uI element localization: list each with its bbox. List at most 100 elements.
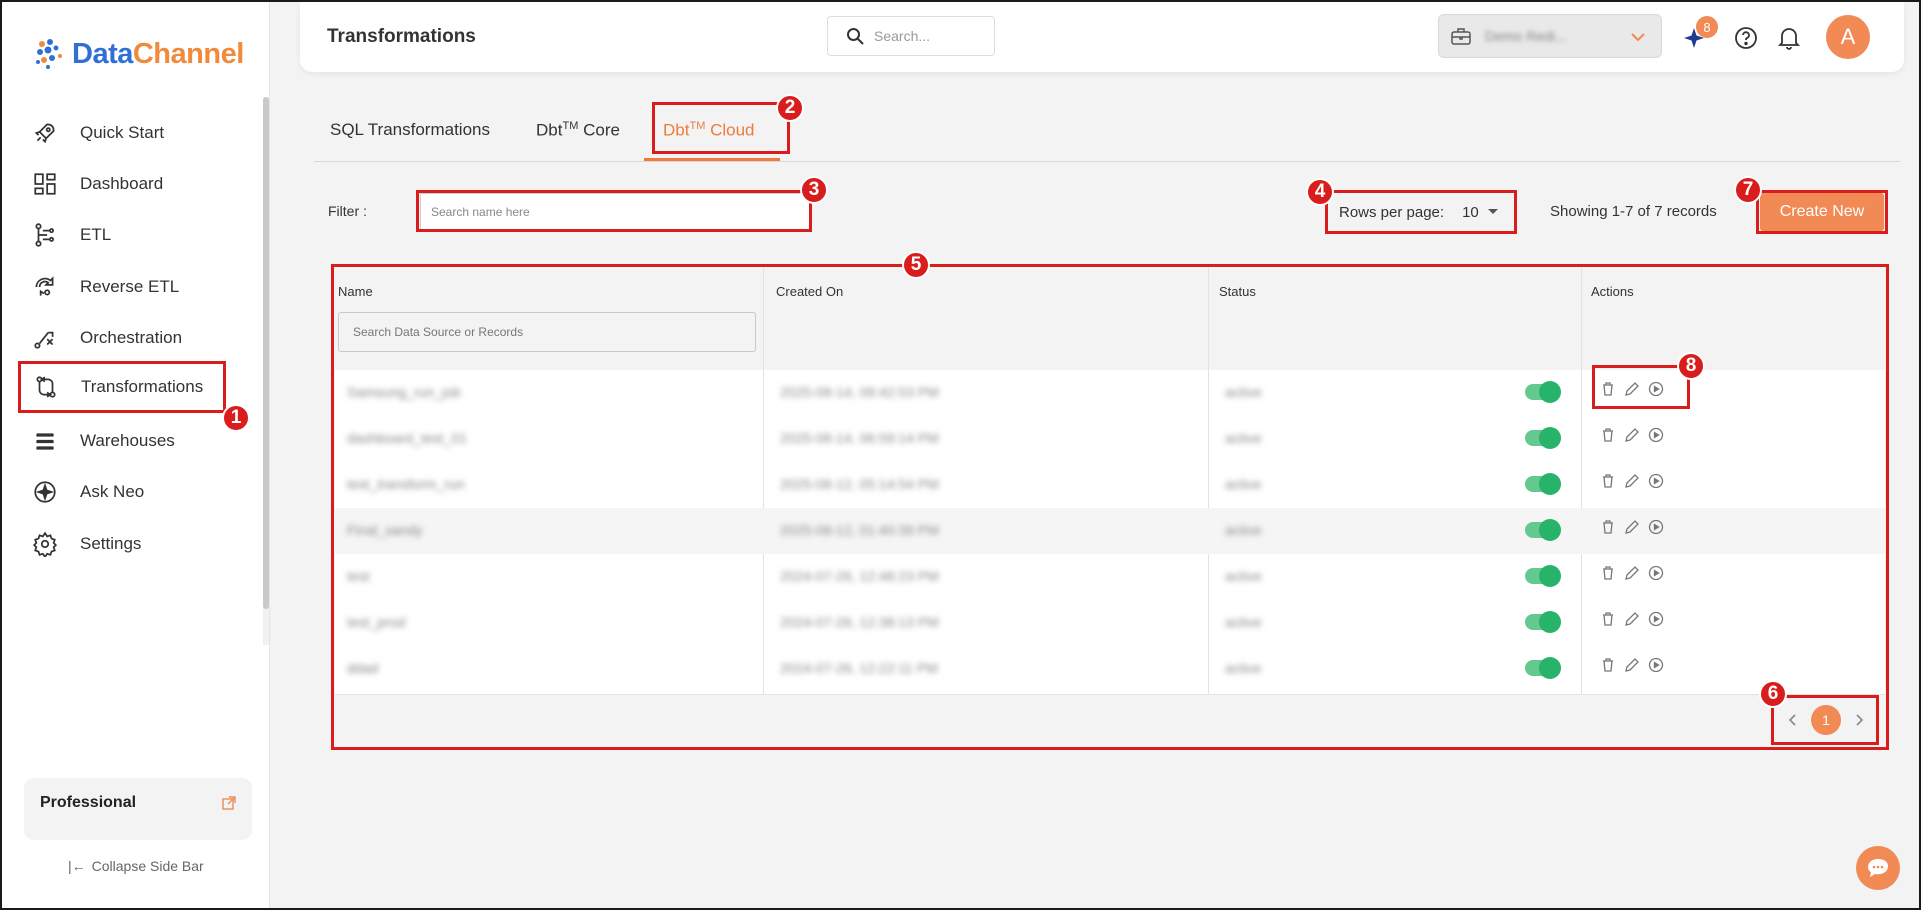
rows-per-page-select[interactable]: 10 bbox=[1462, 204, 1499, 221]
sidebar-item-transformations[interactable]: Transformations bbox=[18, 361, 226, 413]
table-row[interactable]: Samsung_run_job 2025-08-14, 09:42:53 PM … bbox=[335, 370, 1885, 416]
delete-icon[interactable] bbox=[1600, 427, 1616, 443]
sidebar-scrollbar[interactable] bbox=[263, 97, 269, 609]
row-name[interactable]: Final_sandy bbox=[347, 522, 423, 538]
filter-label: Filter : bbox=[328, 203, 367, 219]
row-name[interactable]: test_transform_run bbox=[347, 476, 465, 492]
create-new-button[interactable]: Create New bbox=[1760, 193, 1884, 231]
edit-icon[interactable] bbox=[1624, 473, 1640, 489]
run-icon[interactable] bbox=[1648, 427, 1664, 443]
filter-search-input[interactable] bbox=[420, 193, 810, 231]
sidebar-item-reverse-etl[interactable]: Reverse ETL bbox=[20, 261, 228, 313]
dashboard-icon bbox=[34, 173, 56, 195]
tab-dbt-cloud[interactable]: DbtTM Cloud bbox=[663, 120, 755, 141]
page-number-button[interactable]: 1 bbox=[1811, 705, 1841, 735]
edit-icon[interactable] bbox=[1624, 519, 1640, 535]
status-toggle[interactable] bbox=[1525, 427, 1561, 449]
status-toggle[interactable] bbox=[1525, 519, 1561, 541]
row-actions bbox=[1600, 473, 1664, 489]
sidebar-item-etl[interactable]: ETL bbox=[20, 209, 228, 261]
status-toggle[interactable] bbox=[1525, 611, 1561, 633]
table-row[interactable]: test 2024-07-26, 12:48:23 PM active bbox=[335, 554, 1885, 600]
notification-count-badge: 8 bbox=[1696, 16, 1718, 38]
row-actions bbox=[1600, 519, 1664, 535]
edit-icon[interactable] bbox=[1624, 657, 1640, 673]
workspace-name: Demo Redi... bbox=[1485, 28, 1567, 44]
sidebar-item-orchestration[interactable]: Orchestration bbox=[20, 312, 228, 364]
row-created-on: 2024-07-26, 12:38:13 PM bbox=[780, 614, 939, 630]
run-icon[interactable] bbox=[1648, 473, 1664, 489]
user-avatar[interactable]: A bbox=[1826, 15, 1870, 59]
status-toggle[interactable] bbox=[1525, 473, 1561, 495]
active-tab-indicator bbox=[644, 158, 780, 161]
delete-icon[interactable] bbox=[1600, 611, 1616, 627]
sidebar-item-quick-start[interactable]: Quick Start bbox=[20, 107, 228, 159]
status-toggle[interactable] bbox=[1525, 565, 1561, 587]
sidebar-item-settings[interactable]: Settings bbox=[20, 518, 228, 570]
table-row[interactable]: test_prod 2024-07-26, 12:38:13 PM active bbox=[335, 600, 1885, 646]
collapse-sidebar-button[interactable]: |← Collapse Side Bar bbox=[68, 858, 204, 874]
row-created-on: 2024-07-26, 12:48:23 PM bbox=[780, 568, 939, 584]
row-name[interactable]: test bbox=[347, 568, 370, 584]
logo-mark-icon bbox=[32, 36, 68, 72]
chevron-right-icon[interactable] bbox=[1855, 713, 1865, 727]
brand-logo[interactable]: DataChannel bbox=[32, 36, 244, 72]
workspace-selector[interactable]: Demo Redi... bbox=[1438, 14, 1662, 58]
delete-icon[interactable] bbox=[1600, 519, 1616, 535]
run-icon[interactable] bbox=[1648, 611, 1664, 627]
table-row[interactable]: Final_sandy 2025-08-12, 01:40:39 PM acti… bbox=[335, 508, 1885, 554]
delete-icon[interactable] bbox=[1600, 381, 1616, 397]
sidebar-item-warehouses[interactable]: Warehouses bbox=[20, 415, 228, 467]
table-row[interactable]: dashboard_test_01 2025-08-14, 06:59:14 P… bbox=[335, 416, 1885, 462]
collapse-label: Collapse Side Bar bbox=[91, 858, 204, 874]
sidebar-item-label: Reverse ETL bbox=[80, 277, 180, 296]
annotation-badge: 3 bbox=[800, 176, 828, 204]
ask-neo-icon bbox=[34, 481, 56, 503]
external-link-icon[interactable] bbox=[222, 796, 236, 810]
tab-dbt-core[interactable]: DbtTM Core bbox=[536, 120, 620, 141]
name-column-search-input[interactable] bbox=[338, 312, 756, 352]
edit-icon[interactable] bbox=[1624, 427, 1640, 443]
sidebar-item-dashboard[interactable]: Dashboard bbox=[20, 158, 228, 210]
run-icon[interactable] bbox=[1648, 657, 1664, 673]
global-search[interactable]: Search... bbox=[827, 16, 995, 56]
row-actions bbox=[1600, 427, 1664, 443]
sidebar-item-label: Ask Neo bbox=[80, 482, 145, 501]
bell-icon[interactable] bbox=[1778, 26, 1800, 50]
help-icon[interactable] bbox=[1734, 26, 1758, 50]
row-status: active bbox=[1225, 614, 1262, 630]
row-actions bbox=[1600, 611, 1664, 627]
run-icon[interactable] bbox=[1648, 519, 1664, 535]
chat-support-button[interactable] bbox=[1856, 846, 1900, 890]
edit-icon[interactable] bbox=[1624, 611, 1640, 627]
chevron-left-icon[interactable] bbox=[1787, 713, 1797, 727]
run-icon[interactable] bbox=[1648, 565, 1664, 581]
status-toggle[interactable] bbox=[1525, 657, 1561, 679]
brand-name: DataChannel bbox=[72, 37, 244, 70]
delete-icon[interactable] bbox=[1600, 565, 1616, 581]
run-icon[interactable] bbox=[1648, 381, 1664, 397]
collapse-icon: |← bbox=[68, 858, 86, 874]
status-toggle[interactable] bbox=[1525, 381, 1561, 403]
annotation-badge: 7 bbox=[1734, 176, 1762, 204]
sidebar-item-label: Warehouses bbox=[80, 431, 175, 450]
edit-icon[interactable] bbox=[1624, 381, 1640, 397]
row-name[interactable]: dashboard_test_01 bbox=[347, 430, 467, 446]
table-row[interactable]: ddad 2024-07-26, 12:22:11 PM active bbox=[335, 646, 1885, 692]
reverse-etl-icon bbox=[35, 276, 54, 296]
table-row[interactable]: test_transform_run 2025-08-12, 05:14:54 … bbox=[335, 462, 1885, 508]
row-status: active bbox=[1225, 430, 1262, 446]
gear-icon bbox=[32, 531, 58, 557]
sidebar-item-ask-neo[interactable]: Ask Neo bbox=[20, 466, 228, 518]
tab-sql-transformations[interactable]: SQL Transformations bbox=[330, 120, 490, 140]
column-header-actions: Actions bbox=[1591, 284, 1634, 299]
row-actions bbox=[1600, 657, 1664, 673]
row-name[interactable]: Samsung_run_job bbox=[347, 384, 461, 400]
delete-icon[interactable] bbox=[1600, 657, 1616, 673]
row-name[interactable]: ddad bbox=[347, 660, 378, 676]
row-name[interactable]: test_prod bbox=[347, 614, 405, 630]
edit-icon[interactable] bbox=[1624, 565, 1640, 581]
chat-icon bbox=[1868, 859, 1888, 877]
column-header-name: Name bbox=[338, 284, 373, 299]
delete-icon[interactable] bbox=[1600, 473, 1616, 489]
